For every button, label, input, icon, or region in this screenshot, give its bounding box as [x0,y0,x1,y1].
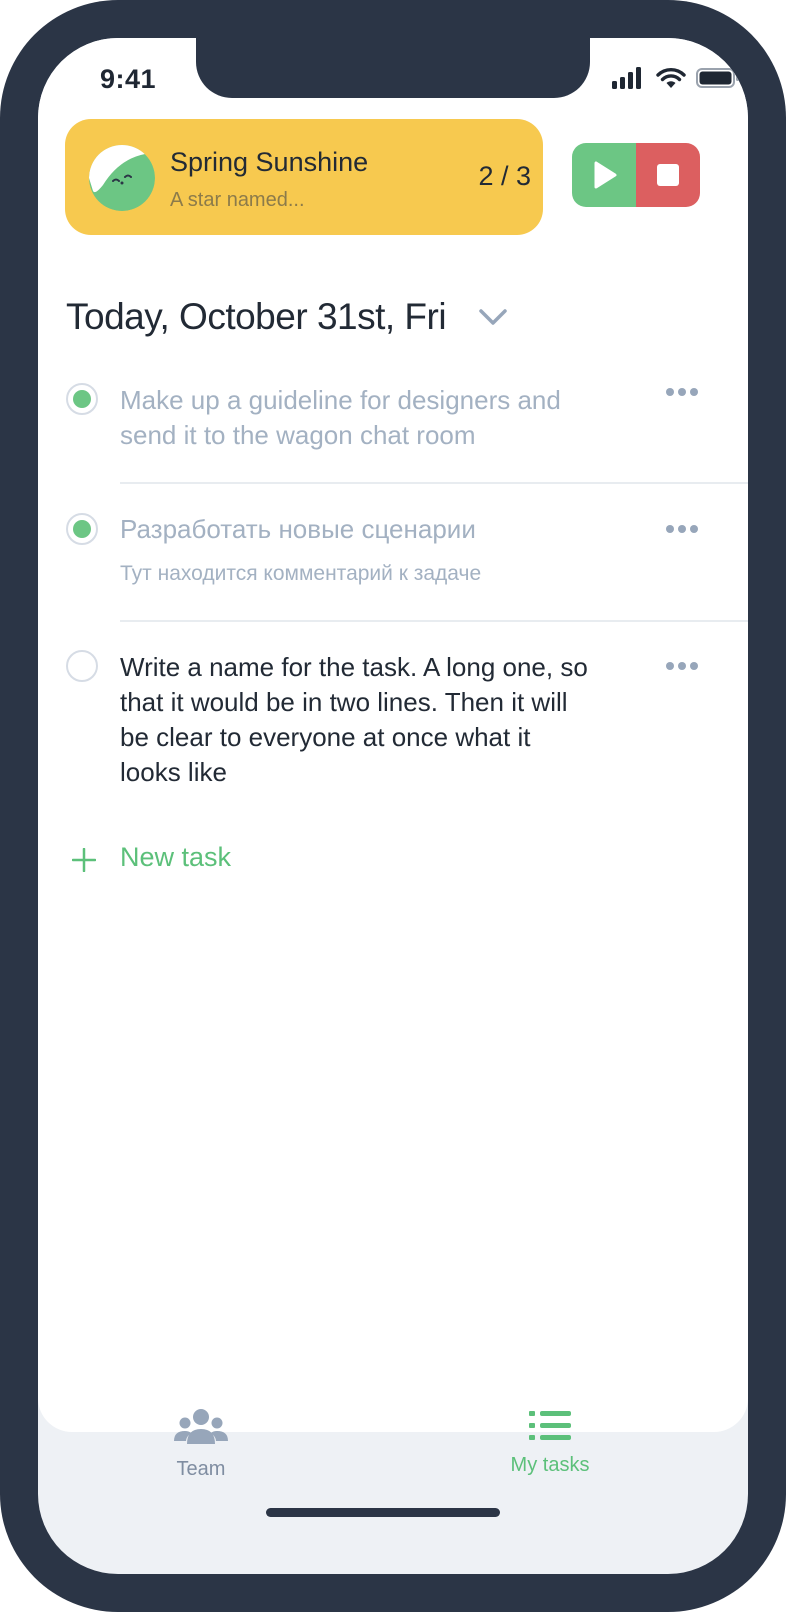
tab-label: My tasks [510,1454,590,1476]
new-task-label: New task [120,842,232,872]
device-notch [196,38,590,98]
stop-icon [657,164,679,186]
main-content: 9:41 Spring Sunshine A star named... 2 /… [38,38,748,1432]
task-title: Разработать новые сценарии [120,514,476,544]
track-avatar [89,145,155,211]
play-button[interactable] [572,143,636,207]
list-icon [529,1411,571,1440]
tab-my-tasks[interactable]: My tasks [460,1408,640,1498]
screen: 9:41 Spring Sunshine A star named... 2 /… [38,38,748,1574]
tab-team[interactable]: Team [111,1408,291,1498]
plus-icon [72,848,96,872]
home-indicator [266,1508,500,1517]
task-divider [120,620,748,622]
track-subtitle: A star named... [170,189,305,211]
team-icon [174,1409,228,1444]
task-title: Write a name for the task. A long one, s… [120,652,588,787]
track-title: Spring Sunshine [170,147,369,177]
task-comment: Тут находится комментарий к задаче [120,562,482,585]
more-options-icon[interactable] [666,662,698,672]
now-playing-card[interactable]: Spring Sunshine A star named... 2 / 3 [65,119,543,235]
stop-button[interactable] [636,143,700,207]
battery-icon [696,68,739,88]
status-time: 9:41 [100,64,157,94]
play-icon [594,161,617,189]
more-options-icon[interactable] [666,525,698,535]
task-checkbox-checked[interactable] [66,513,98,545]
task-title: Make up a guideline for designers and se… [120,385,561,450]
date-title: Today, October 31st, Fri [66,296,447,337]
tab-label: Team [176,1458,226,1480]
chevron-down-icon [479,309,507,325]
wifi-icon [656,68,686,88]
task-checkbox[interactable] [66,650,98,682]
track-counter: 2 / 3 [478,161,531,191]
date-selector[interactable]: Today, October 31st, Fri [66,296,507,342]
task-divider [120,482,748,484]
cellular-signal-icon [612,67,641,89]
task-checkbox-checked[interactable] [66,383,98,415]
device-frame: 9:41 Spring Sunshine A star named... 2 /… [0,0,786,1612]
more-options-icon[interactable] [666,388,698,398]
